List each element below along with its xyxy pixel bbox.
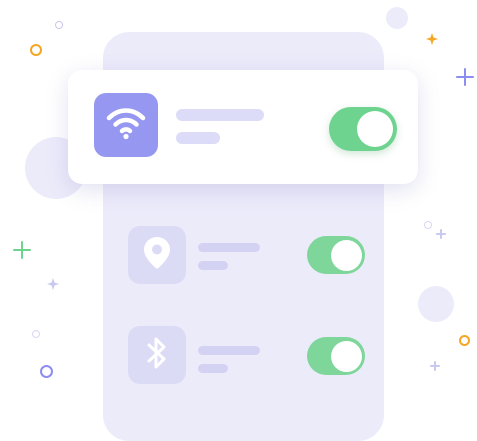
decor-ring-faint: [32, 330, 40, 338]
bluetooth-toggle-knob: [331, 340, 362, 372]
bluetooth-setting-tile: [128, 326, 186, 384]
decor-ring-purple: [40, 365, 53, 378]
location-toggle[interactable]: [307, 236, 365, 274]
decor-blob-right: [418, 286, 454, 322]
decor-plus-green: [13, 241, 31, 259]
bluetooth-subtitle-placeholder: [198, 364, 228, 373]
decor-ring-orange: [30, 44, 42, 56]
decor-ring-right: [424, 221, 432, 229]
wifi-title-placeholder: [176, 109, 264, 121]
wifi-toggle-knob: [357, 111, 393, 147]
decor-plus-faint-2: [430, 361, 440, 371]
location-title-placeholder: [198, 243, 260, 252]
decor-ring-small: [55, 21, 63, 29]
wifi-setting-tile: [94, 93, 158, 157]
wifi-toggle[interactable]: [329, 107, 397, 151]
decor-blob-top: [386, 7, 408, 29]
decor-star-orange: [426, 32, 438, 45]
decor-plus-faint-1: [436, 229, 446, 239]
decor-star-purple: [47, 277, 59, 290]
decor-plus-purple: [456, 68, 474, 86]
decor-ring-orange-right: [459, 335, 470, 346]
location-pin-icon: [143, 236, 171, 275]
wifi-subtitle-placeholder: [176, 132, 220, 144]
bluetooth-toggle[interactable]: [307, 337, 365, 375]
bluetooth-title-placeholder: [198, 346, 260, 355]
wifi-icon: [106, 106, 146, 145]
location-subtitle-placeholder: [198, 261, 228, 270]
location-toggle-knob: [331, 239, 362, 271]
location-setting-tile: [128, 226, 186, 284]
bluetooth-icon: [145, 336, 169, 375]
